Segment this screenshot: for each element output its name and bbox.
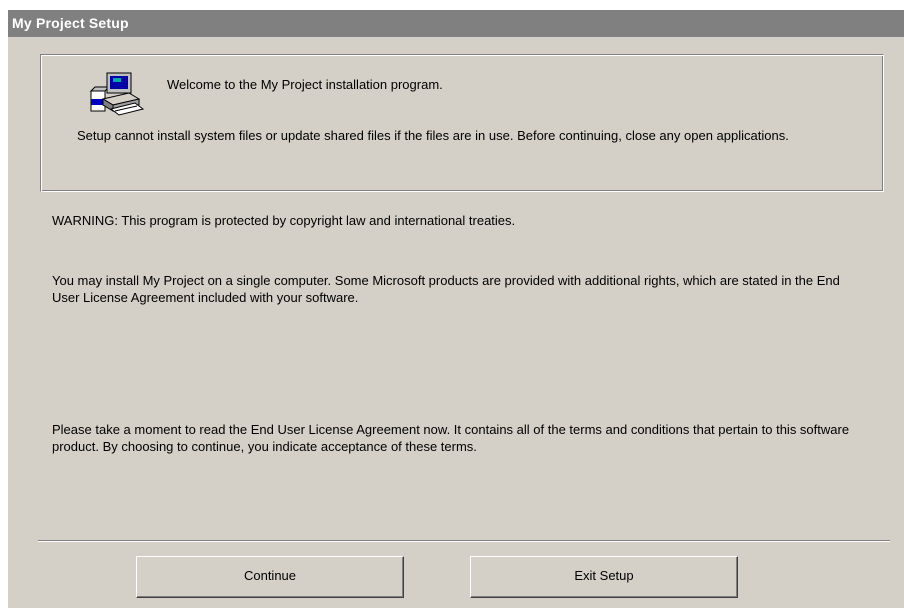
eula-text: Please take a moment to read the End Use… (52, 422, 850, 454)
window-title: My Project Setup (12, 15, 129, 31)
continue-button[interactable]: Continue (136, 556, 404, 598)
exit-setup-button[interactable]: Exit Setup (470, 556, 738, 598)
setup-computer-icon (89, 72, 145, 116)
setup-note: Setup cannot install system files or upd… (77, 128, 789, 143)
welcome-heading: Welcome to the My Project installation p… (167, 77, 443, 92)
license-text: You may install My Project on a single c… (52, 273, 840, 305)
title-bar[interactable]: My Project Setup (8, 10, 904, 37)
setup-dialog: My Project Setup Welcome to the My Proje… (8, 10, 904, 608)
welcome-panel: Welcome to the My Project installation p… (40, 54, 884, 192)
copyright-warning: WARNING: This program is protected by co… (52, 213, 516, 228)
divider (38, 540, 890, 542)
